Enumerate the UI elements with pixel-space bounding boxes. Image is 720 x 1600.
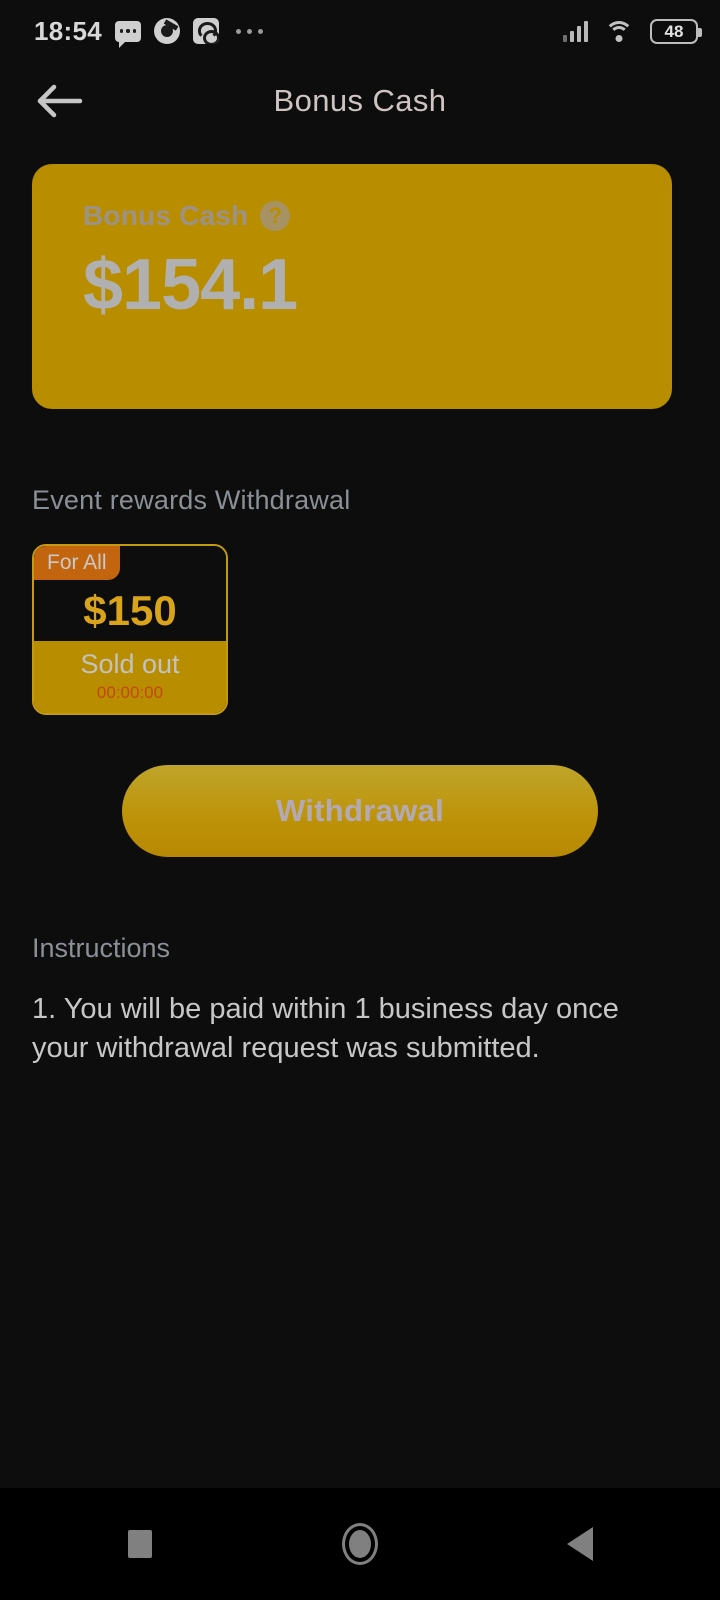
bonus-cash-card-header: Bonus Cash ? (83, 200, 672, 232)
nav-back-button[interactable] (534, 1498, 626, 1590)
reward-status-area: Sold out 00:00:00 (34, 641, 226, 713)
reward-status: Sold out (80, 649, 180, 679)
app-icon (193, 18, 219, 44)
recents-button[interactable] (94, 1498, 186, 1590)
status-time: 18:54 (34, 16, 102, 46)
cta-container: Withdrawal (32, 764, 688, 857)
back-arrow-icon[interactable] (24, 71, 96, 131)
home-button[interactable] (314, 1498, 406, 1590)
wifi-icon (604, 20, 634, 43)
help-icon[interactable]: ? (260, 201, 291, 231)
circle-icon (342, 1523, 378, 1565)
reward-price: $150 (83, 587, 177, 634)
reward-countdown-timer: 00:00:00 (96, 682, 164, 702)
reward-list: For All $150 Sold out 00:00:00 (32, 544, 688, 715)
square-icon (128, 1530, 152, 1558)
app-bar: Bonus Cash (0, 62, 720, 140)
status-bar-right: 48 (562, 18, 702, 44)
battery-level: 48 (664, 21, 684, 41)
overflow-dots-icon (236, 28, 263, 34)
withdrawal-button[interactable]: Withdrawal (122, 764, 598, 857)
signal-icon (562, 20, 588, 42)
reward-badge: For All (34, 546, 120, 580)
phone-screen: 18:54 48 Bonus Cash Bonus Cash ? $154.1 … (0, 0, 720, 1600)
reward-option-card[interactable]: For All $150 Sold out 00:00:00 (32, 544, 228, 715)
bonus-cash-amount: $154.1 (83, 245, 298, 325)
triangle-back-icon (567, 1527, 593, 1561)
chrome-icon (154, 18, 180, 44)
android-nav-bar (0, 1488, 720, 1600)
instructions-title: Instructions (32, 932, 171, 963)
main-content: Bonus Cash ? $154.1 Event rewards Withdr… (0, 140, 720, 1488)
status-bar: 18:54 48 (0, 0, 720, 62)
instructions-text: 1. You will be paid within 1 business da… (32, 992, 619, 1065)
page-title: Bonus Cash (273, 83, 447, 118)
bonus-cash-card: Bonus Cash ? $154.1 (32, 164, 672, 409)
status-bar-left: 18:54 (34, 16, 263, 48)
messages-icon (115, 20, 141, 48)
bonus-cash-label: Bonus Cash (83, 200, 249, 231)
battery-icon: 48 (650, 18, 702, 44)
event-rewards-section-title: Event rewards Withdrawal (32, 485, 351, 515)
